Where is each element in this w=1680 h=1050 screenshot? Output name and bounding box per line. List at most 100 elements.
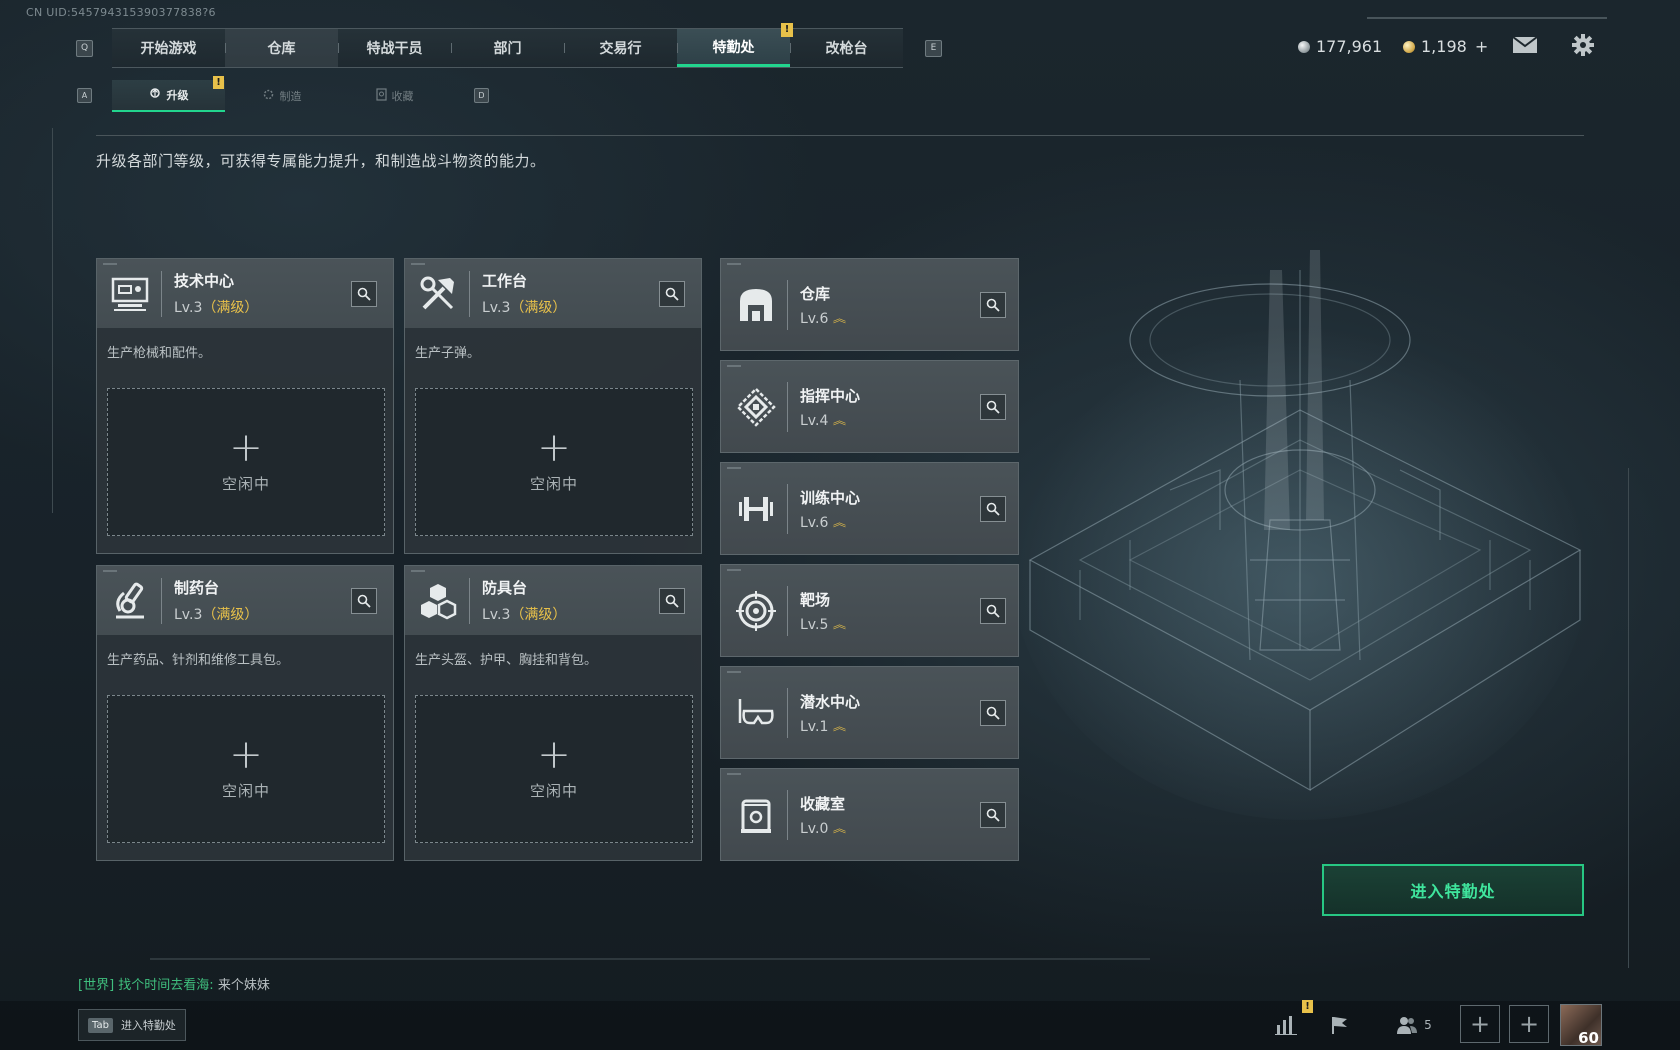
stats-chart-icon[interactable] <box>1266 1006 1306 1044</box>
upgrade-chevron-icon: ︽ <box>833 719 847 733</box>
silver-coin-icon <box>1298 40 1310 53</box>
diving-center-level: Lv.1 <box>800 718 829 735</box>
silver-amount: 177,961 <box>1316 37 1383 56</box>
subtab-upgrade[interactable]: 升级 <box>112 80 225 112</box>
card-deco <box>727 467 741 469</box>
armor-bench-card[interactable]: 防具台 Lv.3（满级） 生产头盔、护甲、胸挂和背包。 + 空闲中 <box>404 565 702 861</box>
shooting-range-search-icon[interactable] <box>980 598 1006 624</box>
card-deco <box>727 365 741 367</box>
training-center-search-icon[interactable] <box>980 496 1006 522</box>
card-separator <box>787 279 788 330</box>
armor-bench-level: Lv.3 <box>482 607 511 623</box>
warehouse-level: Lv.6 <box>800 310 829 327</box>
workbench-card[interactable]: 工作台 Lv.3（满级） 生产子弹。 + 空闲中 <box>404 258 702 554</box>
department-command-center[interactable]: 指挥中心 Lv.4 ︽ <box>720 360 1019 453</box>
tab-start-game[interactable]: 开始游戏 <box>112 29 225 67</box>
upgrade-chevron-icon: ︽ <box>833 413 847 427</box>
card-deco <box>727 569 741 571</box>
card-separator <box>787 585 788 636</box>
subtab-craft[interactable]: 制造 <box>225 80 338 112</box>
command-center-name: 指挥中心 <box>800 386 861 405</box>
tab-department[interactable]: 部门 <box>451 29 564 67</box>
collection-room-icon <box>733 792 779 838</box>
warehouse-search-icon[interactable] <box>980 292 1006 318</box>
add-gold-button[interactable]: + <box>1475 37 1488 56</box>
armor-bench-max-status: （满级） <box>510 607 567 623</box>
pharmacy-search-icon[interactable] <box>351 588 377 614</box>
card-separator <box>161 577 162 624</box>
friends-icon <box>1397 1017 1418 1034</box>
friends-button[interactable]: 5 <box>1384 1006 1444 1044</box>
workbench-level: Lv.3 <box>482 300 511 316</box>
tab-warehouse[interactable]: 仓库 <box>225 29 338 67</box>
nav-next-key[interactable]: E <box>925 40 942 57</box>
upgrade-chevron-icon: ︽ <box>833 617 847 631</box>
diving-center-search-icon[interactable] <box>980 700 1006 726</box>
department-collection-room[interactable]: 收藏室 Lv.0 ︽ <box>720 768 1019 861</box>
card-deco <box>727 671 741 673</box>
armor-bench-production-slot[interactable]: + 空闲中 <box>415 695 693 843</box>
subtab-collection[interactable]: 收藏 <box>338 80 451 112</box>
pharmacy-max-status: （满级） <box>202 607 259 623</box>
tech-center-production-slot[interactable]: + 空闲中 <box>107 388 385 536</box>
armor-bench-search-icon[interactable] <box>659 588 685 614</box>
friends-count: 5 <box>1424 1018 1432 1032</box>
tech-center-search-icon[interactable] <box>351 281 377 307</box>
collection-room-name: 收藏室 <box>800 794 846 813</box>
department-training-center[interactable]: 训练中心 Lv.6 ︽ <box>720 462 1019 555</box>
collection-icon <box>375 88 387 104</box>
player-avatar[interactable]: 60 <box>1560 1004 1602 1047</box>
slot-idle-label: 空闲中 <box>221 781 270 800</box>
settings-gear-icon[interactable] <box>1571 33 1595 61</box>
add-plus-icon: + <box>229 731 263 778</box>
department-shooting-range[interactable]: 靶场 Lv.5 ︽ <box>720 564 1019 657</box>
subnav-prev-key[interactable]: A <box>77 88 92 103</box>
collection-room-level: Lv.0 <box>800 820 829 837</box>
command-center-search-icon[interactable] <box>980 394 1006 420</box>
slot-idle-label: 空闲中 <box>221 474 270 493</box>
base-blueprint-illustration <box>1010 230 1610 854</box>
tab-operators[interactable]: 特战干员 <box>338 29 451 67</box>
workbench-description: 生产子弹。 <box>415 346 481 361</box>
mail-icon[interactable] <box>1512 36 1538 58</box>
tab-shortcut-button[interactable]: Tab 进入特勤处 <box>78 1009 186 1041</box>
tech-center-name: 技术中心 <box>174 272 235 290</box>
header-divider <box>96 135 1584 136</box>
flag-icon[interactable] <box>1320 1006 1360 1044</box>
page-description: 升级各部门等级，可获得专属能力提升，和制造战斗物资的能力。 <box>96 152 546 170</box>
uid-label: CN UID:545794315390377838?6 <box>26 6 216 19</box>
workbench-production-slot[interactable]: + 空闲中 <box>415 388 693 536</box>
upgrade-icon <box>149 87 162 103</box>
tab-gunsmith[interactable]: 改枪台 <box>790 29 903 67</box>
department-diving-center[interactable]: 潜水中心 Lv.1 ︽ <box>720 666 1019 759</box>
nav-prev-key[interactable]: Q <box>76 40 93 57</box>
armor-bench-name: 防具台 <box>482 579 528 597</box>
command-center-icon <box>733 384 779 430</box>
left-deco-line <box>52 128 53 513</box>
add-plus-icon: + <box>229 424 263 471</box>
warehouse-icon <box>733 282 779 328</box>
warehouse-name: 仓库 <box>800 284 831 303</box>
bottom-deco-line <box>150 958 1150 960</box>
pharmacy-card[interactable]: 制药台 Lv.3（满级） 生产药品、针剂和维修工具包。 + 空闲中 <box>96 565 394 861</box>
pharmacy-production-slot[interactable]: + 空闲中 <box>107 695 385 843</box>
chat-line[interactable]: [世界] 找个时间去看海: 来个妹妹 <box>78 974 270 993</box>
add-squad-slot-2[interactable]: + <box>1509 1005 1549 1043</box>
department-warehouse[interactable]: 仓库 Lv.6 ︽ <box>720 258 1019 351</box>
collection-room-search-icon[interactable] <box>980 802 1006 828</box>
subnav-next-key[interactable]: D <box>474 88 489 103</box>
card-deco <box>103 263 117 265</box>
subtab-craft-label: 制造 <box>279 90 302 103</box>
diving-center-name: 潜水中心 <box>800 692 861 711</box>
workbench-search-icon[interactable] <box>659 281 685 307</box>
tech-center-level: Lv.3 <box>174 300 203 316</box>
tab-key-cap: Tab <box>88 1017 113 1033</box>
tab-trading[interactable]: 交易行 <box>564 29 677 67</box>
tab-special-service[interactable]: 特勤处 <box>677 29 790 67</box>
card-separator <box>787 687 788 738</box>
enter-special-service-button[interactable]: 进入特勤处 <box>1322 864 1584 916</box>
tech-center-card[interactable]: 技术中心 Lv.3（满级） 生产枪械和配件。 + 空闲中 <box>96 258 394 554</box>
slot-idle-label: 空闲中 <box>529 781 578 800</box>
training-center-icon <box>733 486 779 532</box>
add-squad-slot-1[interactable]: + <box>1460 1005 1500 1043</box>
